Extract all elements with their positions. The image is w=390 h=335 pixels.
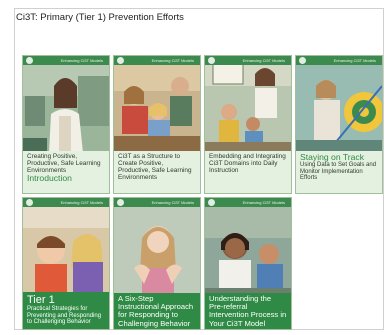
card-photo	[23, 198, 109, 298]
series-brand-label: Enhancing Ci3T Models	[60, 58, 103, 63]
card-subtitle: Using Data to Set Goals and Monitor Impl…	[300, 162, 377, 182]
card-title: Understanding the Pre-referral Intervent…	[209, 294, 287, 328]
series-brand-label: Enhancing Ci3T Models	[151, 58, 194, 63]
card-title: Ci3T as a Structure to Create Positive, …	[118, 153, 192, 181]
series-brand-label: Enhancing Ci3T Models	[242, 58, 285, 63]
card-title: Creating Positive, Productive, Safe Lear…	[27, 153, 101, 174]
series-band: Enhancing Ci3T Models	[205, 198, 291, 207]
card-photo	[205, 56, 291, 153]
card-subtitle: Practical Strategies for Preventing and …	[27, 306, 102, 326]
card-caption: Embedding and Integrating Ci3T Domains i…	[205, 151, 291, 193]
card-caption: Ci3T as a Structure to Create Positive, …	[114, 151, 200, 193]
series-band: Enhancing Ci3T Models	[114, 56, 200, 65]
card-heading: Staying on Track	[300, 152, 365, 162]
course-card-embedding-domains[interactable]: Enhancing Ci3T Models Embedding and Inte…	[204, 55, 292, 194]
card-caption: Staying on Track Using Data to Set Goals…	[296, 151, 382, 193]
series-number-badge	[117, 199, 124, 206]
series-band: Enhancing Ci3T Models	[23, 198, 109, 207]
series-band: Enhancing Ci3T Models	[296, 56, 382, 65]
course-card-pre-referral[interactable]: Enhancing Ci3T Models Understanding the …	[204, 197, 292, 330]
series-brand-label: Enhancing Ci3T Models	[333, 58, 376, 63]
series-number-badge	[26, 199, 33, 206]
course-card-introduction[interactable]: Enhancing Ci3T Models Creating Positive,…	[22, 55, 110, 194]
series-number-badge	[299, 57, 306, 64]
card-heading: Tier 1	[27, 294, 55, 306]
card-photo	[23, 56, 109, 153]
course-card-six-step[interactable]: Enhancing Ci3T Models A Six-Step Instruc…	[113, 197, 201, 330]
card-caption: Tier 1 Practical Strategies for Preventi…	[23, 292, 109, 329]
series-brand-label: Enhancing Ci3T Models	[242, 200, 285, 205]
series-number-badge	[208, 57, 215, 64]
page-title: Ci3T: Primary (Tier 1) Prevention Effort…	[16, 12, 184, 23]
series-brand-label: Enhancing Ci3T Models	[60, 200, 103, 205]
course-card-staying-on-track[interactable]: Enhancing Ci3T Models Staying on Track U…	[295, 55, 383, 194]
card-caption: A Six-Step Instructional Approach for Re…	[114, 293, 200, 329]
card-subtitle: Introduction	[27, 173, 72, 183]
card-title: A Six-Step Instructional Approach for Re…	[118, 294, 194, 328]
series-number-badge	[117, 57, 124, 64]
course-card-ci3t-structure[interactable]: Enhancing Ci3T Models Ci3T as a Structur…	[113, 55, 201, 194]
card-photo	[114, 198, 200, 298]
series-band: Enhancing Ci3T Models	[114, 198, 200, 207]
course-card-tier-1[interactable]: Enhancing Ci3T Models Tier 1 Practical S…	[22, 197, 110, 330]
series-band: Enhancing Ci3T Models	[23, 56, 109, 65]
card-caption: Creating Positive, Productive, Safe Lear…	[23, 151, 109, 193]
card-caption: Understanding the Pre-referral Intervent…	[205, 293, 291, 329]
card-photo	[114, 56, 200, 153]
card-photo	[205, 198, 291, 298]
series-number-badge	[26, 57, 33, 64]
series-brand-label: Enhancing Ci3T Models	[151, 200, 194, 205]
series-number-badge	[208, 199, 215, 206]
series-band: Enhancing Ci3T Models	[205, 56, 291, 65]
card-title: Embedding and Integrating Ci3T Domains i…	[209, 153, 286, 174]
card-photo	[296, 56, 382, 153]
